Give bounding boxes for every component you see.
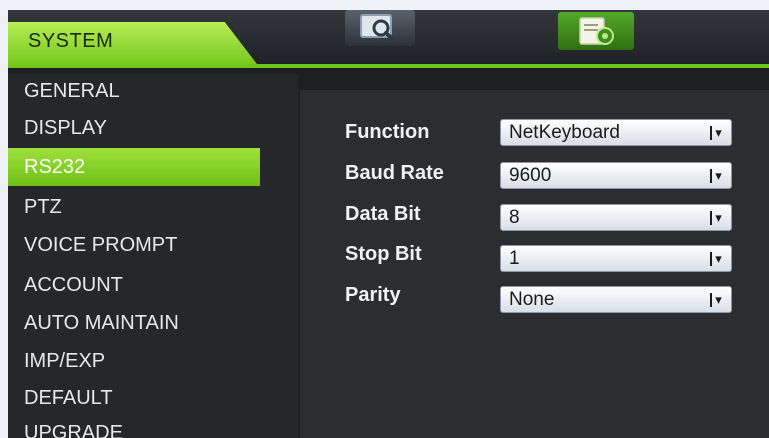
header-divider: [248, 64, 769, 68]
chevron-down-icon[interactable]: ▾: [705, 123, 727, 142]
parity-select-value: None: [509, 289, 555, 310]
sidebar-item-label: DEFAULT: [24, 387, 113, 409]
stop-bit-select-value: 1: [509, 248, 520, 269]
system-tab-label: SYSTEM: [28, 30, 114, 52]
sidebar-item-label: IMP/EXP: [24, 350, 106, 372]
parity-label: Parity: [345, 284, 401, 306]
chevron-down-icon[interactable]: ▾: [705, 208, 727, 227]
data-bit-select-value: 8: [509, 207, 520, 228]
chevron-down-icon[interactable]: ▾: [705, 166, 727, 185]
sidebar-item-label: VOICE PROMPT: [24, 234, 178, 256]
function-label: Function: [345, 121, 430, 143]
function-select[interactable]: NetKeyboard ▾: [500, 119, 732, 146]
sidebar-item-label: DISPLAY: [24, 117, 107, 139]
sidebar-item-label: ACCOUNT: [24, 274, 123, 296]
sidebar-item-display[interactable]: DISPLAY: [8, 109, 260, 147]
sidebar-item-voice-prompt[interactable]: VOICE PROMPT: [8, 226, 260, 264]
sidebar-item-general[interactable]: GENERAL: [8, 72, 260, 110]
parity-select[interactable]: None ▾: [500, 286, 732, 313]
sidebar-item-auto-maintain[interactable]: AUTO MAINTAIN: [8, 304, 260, 342]
data-bit-label: Data Bit: [345, 203, 421, 225]
sidebar-item-rs232[interactable]: RS232: [8, 148, 260, 186]
sidebar-item-label: AUTO MAINTAIN: [24, 312, 179, 334]
baud-rate-select[interactable]: 9600 ▾: [500, 162, 732, 189]
sidebar-item-imp-exp[interactable]: IMP/EXP: [8, 342, 260, 380]
sidebar-item-account[interactable]: ACCOUNT: [8, 266, 260, 304]
settings-document-icon[interactable]: [558, 12, 634, 50]
stop-bit-select[interactable]: 1 ▾: [500, 245, 732, 272]
sidebar-item-ptz[interactable]: PTZ: [8, 188, 260, 226]
chevron-down-icon[interactable]: ▾: [705, 290, 727, 309]
baud-rate-select-value: 9600: [509, 165, 552, 186]
baud-rate-label: Baud Rate: [345, 162, 444, 184]
function-select-value: NetKeyboard: [509, 122, 620, 143]
sidebar-item-label: PTZ: [24, 196, 62, 218]
stop-bit-label: Stop Bit: [345, 243, 422, 265]
search-icon[interactable]: [345, 10, 415, 46]
data-bit-select[interactable]: 8 ▾: [500, 204, 732, 231]
sidebar-item-label: GENERAL: [24, 80, 120, 102]
chevron-down-icon[interactable]: ▾: [705, 249, 727, 268]
sidebar-item-default[interactable]: DEFAULT: [8, 379, 260, 417]
sidebar-item-upgrade[interactable]: UPGRADE: [8, 414, 260, 438]
sidebar-item-label: RS232: [24, 156, 86, 178]
sidebar-item-label: UPGRADE: [24, 422, 123, 438]
